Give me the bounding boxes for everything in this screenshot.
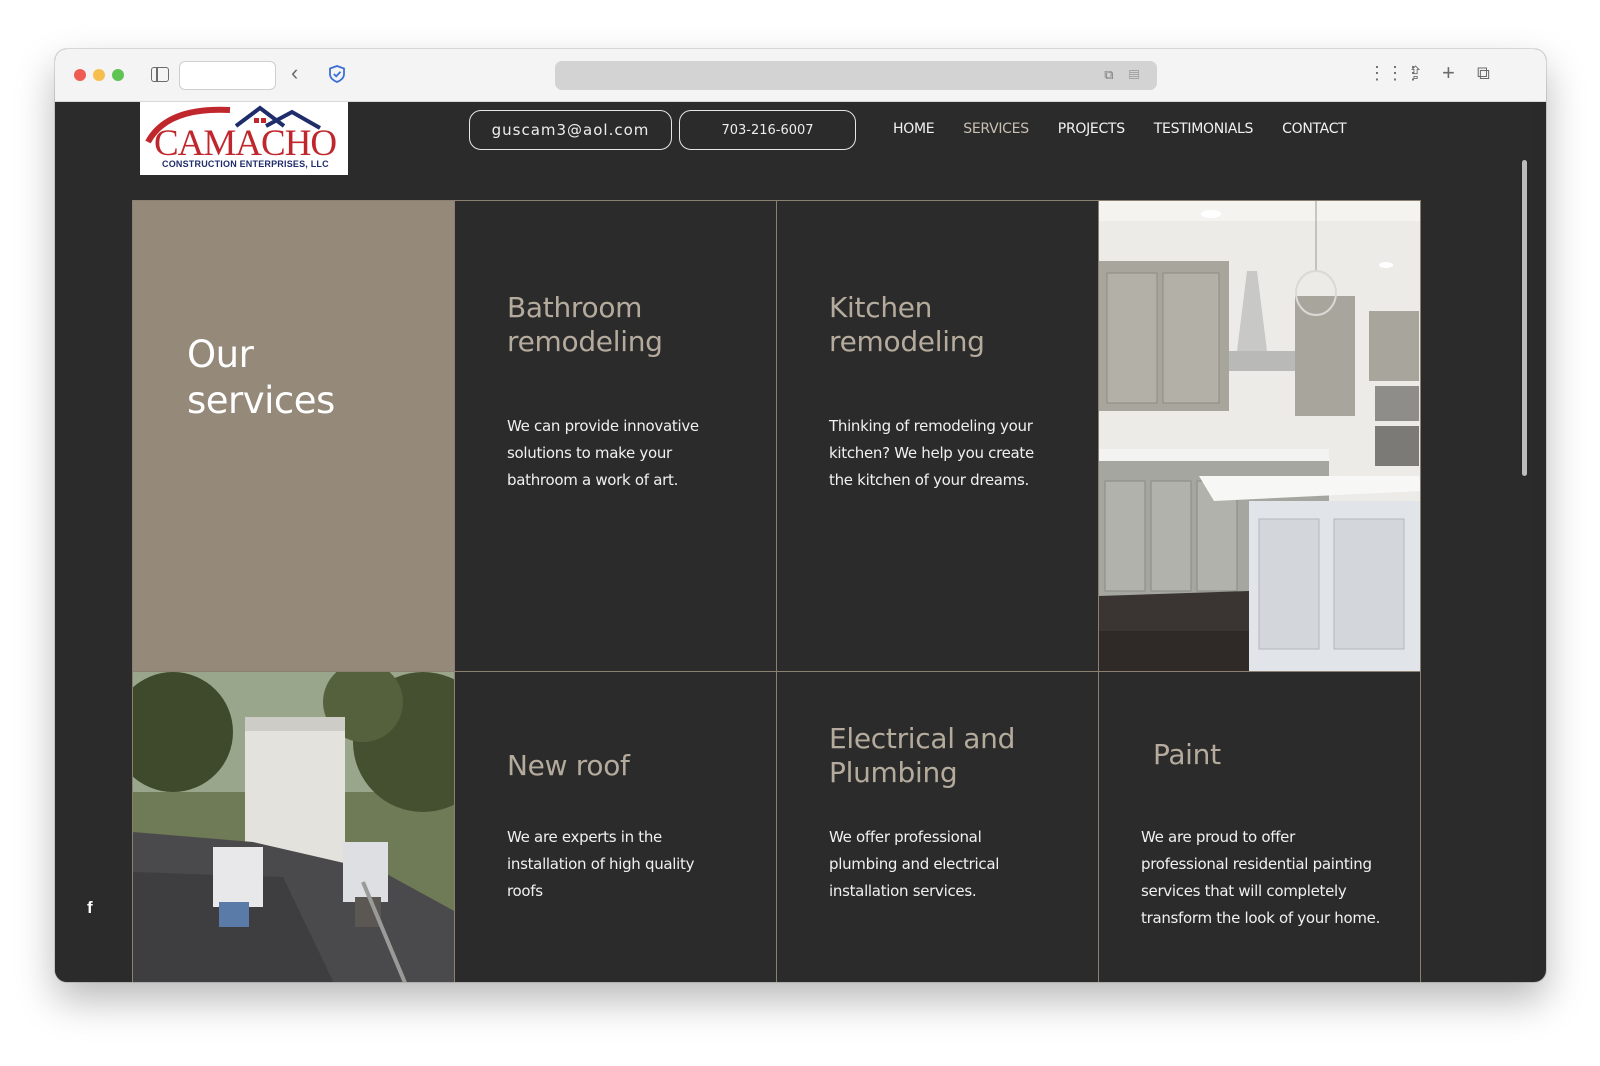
close-window-button[interactable] xyxy=(74,69,86,81)
browser-window: ‹ ⧉ ▤ ⋮⋮⋮ ⇪ + ⧉ CAMACHO CONSTRUCTION ENT… xyxy=(55,49,1546,982)
zoom-window-button[interactable] xyxy=(112,69,124,81)
nav-projects[interactable]: PROJECTS xyxy=(1058,121,1125,137)
address-bar[interactable]: ⧉ ▤ xyxy=(555,61,1157,90)
logo-main-text: CAMACHO xyxy=(154,123,337,164)
service-description: We are experts in the installation of hi… xyxy=(507,828,695,900)
company-logo[interactable]: CAMACHO CONSTRUCTION ENTERPRISES, LLC xyxy=(140,102,348,175)
service-title: New roof xyxy=(507,749,630,782)
email-button[interactable]: guscam3@aol.com xyxy=(469,110,672,150)
sidebar-icon[interactable] xyxy=(151,67,169,82)
hero-title: Our services xyxy=(187,333,335,422)
service-card-electrical: Electrical and Plumbing We offer profess… xyxy=(776,671,1099,982)
service-title: Bathroom remodeling xyxy=(507,291,663,358)
kitchen-image xyxy=(1099,201,1420,671)
phone-button[interactable]: 703-216-6007 xyxy=(679,110,856,150)
service-description: We offer professional plumbing and elect… xyxy=(829,828,1000,900)
browser-toolbar: ‹ ⧉ ▤ ⋮⋮⋮ ⇪ + ⧉ xyxy=(55,49,1546,102)
tabs-icon[interactable]: ⧉ xyxy=(1477,63,1490,84)
facebook-icon[interactable]: f xyxy=(87,898,93,918)
nav-testimonials[interactable]: TESTIMONIALS xyxy=(1154,121,1254,137)
web-page: CAMACHO CONSTRUCTION ENTERPRISES, LLC gu… xyxy=(55,102,1531,982)
nav-home[interactable]: HOME xyxy=(893,121,935,137)
nav-contact[interactable]: CONTACT xyxy=(1282,121,1347,137)
service-description: We are proud to offer professional resid… xyxy=(1141,828,1381,927)
service-title: Electrical and Plumbing xyxy=(829,722,1016,789)
kitchen-photo xyxy=(1098,200,1421,672)
translate-icon[interactable]: ⧉ ▤ xyxy=(1104,67,1145,83)
plus-icon[interactable]: + xyxy=(1442,60,1455,86)
logo-sub-text: CONSTRUCTION ENTERPRISES, LLC xyxy=(162,159,329,169)
roof-photo xyxy=(132,671,455,982)
tab-group-field[interactable] xyxy=(179,61,276,90)
minimize-window-button[interactable] xyxy=(93,69,105,81)
service-title: Kitchen remodeling xyxy=(829,291,985,358)
shield-icon[interactable] xyxy=(327,64,347,84)
service-card-paint: Paint We are proud to offer professional… xyxy=(1098,671,1421,982)
service-title: Paint xyxy=(1153,738,1221,771)
back-icon[interactable]: ‹ xyxy=(291,62,298,84)
service-description: Thinking of remodeling your kitchen? We … xyxy=(829,417,1034,489)
service-card-roof: New roof We are experts in the installat… xyxy=(454,671,777,982)
services-grid: Our services Bathroom remodeling We can … xyxy=(132,200,1424,982)
roof-image xyxy=(133,672,454,982)
scrollbar-thumb[interactable] xyxy=(1522,160,1527,476)
hero-cell: Our services xyxy=(132,200,455,672)
service-card-kitchen: Kitchen remodeling Thinking of remodelin… xyxy=(776,200,1099,672)
nav-services[interactable]: SERVICES xyxy=(963,121,1029,137)
service-card-bathroom: Bathroom remodeling We can provide innov… xyxy=(454,200,777,672)
service-description: We can provide innovative solutions to m… xyxy=(507,417,699,489)
main-nav: HOME SERVICES PROJECTS TESTIMONIALS CONT… xyxy=(893,121,1347,137)
share-icon[interactable]: ⇪ xyxy=(1408,63,1423,84)
